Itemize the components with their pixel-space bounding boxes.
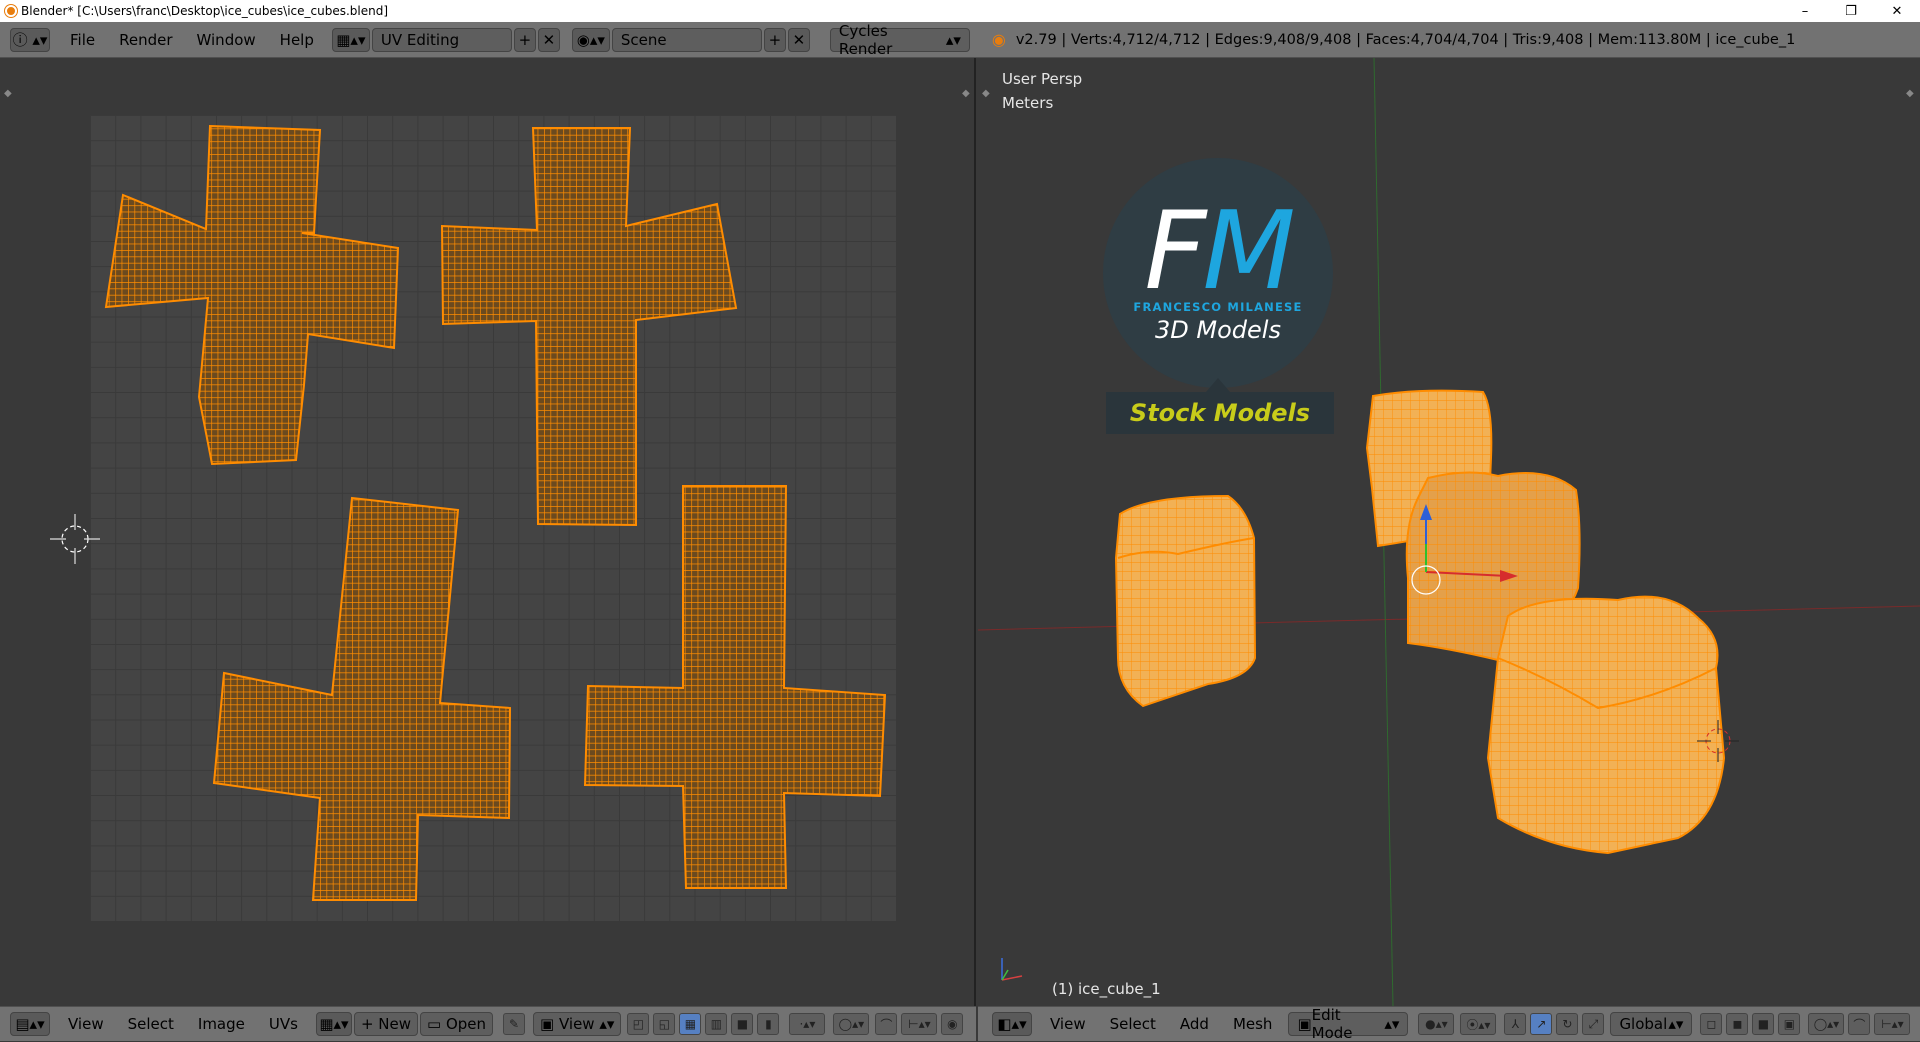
occlude-geometry-icon[interactable]: ▣: [1778, 1013, 1801, 1035]
sticky-selection-icon[interactable]: ◱: [653, 1013, 676, 1035]
info-header: ⓘ ▴▾ File Render Window Help ▦▴▾ UV Edit…: [0, 22, 1920, 58]
proportional-edit-icon[interactable]: ◯▴▾: [833, 1013, 870, 1035]
uv-editor-header: ▤▴▾ View Select Image UVs ▦▴▾ + New ▭ Op…: [0, 1006, 976, 1041]
uv-menu-uvs[interactable]: UVs: [257, 1015, 310, 1033]
logo-banner: Stock Models: [1129, 399, 1311, 427]
view-mode-select[interactable]: ▣ View ▴▾: [533, 1012, 622, 1036]
vp-menu-view[interactable]: View: [1038, 1015, 1098, 1033]
uv-menu-select[interactable]: Select: [116, 1015, 186, 1033]
add-scene-icon[interactable]: +: [763, 27, 786, 52]
window-title: Blender* [C:\Users\franc\Desktop\ice_cub…: [21, 4, 389, 18]
snap-icon[interactable]: ⌒: [875, 1013, 898, 1035]
ice-cube-mesh-1: [1114, 494, 1257, 708]
sync-selection-icon[interactable]: ◰: [627, 1013, 650, 1035]
logo-letter-f: F: [1144, 189, 1206, 314]
pivot-select-icon[interactable]: ⋅▴▾: [789, 1013, 826, 1035]
snap-mode-icon[interactable]: ⊢▴▾: [901, 1013, 938, 1035]
select-edge-icon[interactable]: ▥: [705, 1013, 728, 1035]
uv-menu-image[interactable]: Image: [186, 1015, 257, 1033]
3d-view-header: ◧▴▾ View Select Add Mesh ▣ Edit Mode ▴▾ ●▴…: [978, 1006, 1920, 1042]
logo-subtitle: 3D Models: [1155, 316, 1281, 344]
edge-select-icon[interactable]: ◼: [1726, 1013, 1749, 1035]
pivot-point-icon[interactable]: ⦿▴▾: [1460, 1013, 1497, 1035]
info-icon: ⓘ: [12, 31, 28, 49]
new-label: New: [378, 1015, 411, 1033]
minimize-button[interactable]: –: [1782, 4, 1828, 19]
restore-button[interactable]: ❐: [1828, 4, 1874, 19]
open-image-button[interactable]: ▭ Open: [420, 1012, 494, 1036]
uv-island-1: [104, 124, 400, 466]
select-island-icon[interactable]: ▮: [757, 1013, 780, 1035]
vp-menu-select[interactable]: Select: [1098, 1015, 1168, 1033]
select-face-icon[interactable]: ■: [731, 1013, 754, 1035]
mode-select[interactable]: ▣ Edit Mode ▴▾: [1288, 1006, 1409, 1042]
uv-islands[interactable]: [0, 58, 976, 1006]
screen-layout-field[interactable]: UV Editing: [371, 27, 512, 52]
face-select-icon[interactable]: ■: [1752, 1013, 1775, 1035]
rotate-manipulator-icon[interactable]: ↻: [1556, 1013, 1579, 1035]
orientation-select[interactable]: Global ▴▾: [1610, 1012, 1693, 1036]
delete-scene-icon[interactable]: ✕: [787, 27, 810, 52]
logo-letters: FM: [1108, 198, 1328, 306]
scale-manipulator-icon[interactable]: ⤢: [1582, 1013, 1605, 1035]
new-image-button[interactable]: + New: [353, 1012, 418, 1036]
uv-image-editor[interactable]: ◆ ◆: [0, 58, 976, 1006]
vp-snap-mode-icon[interactable]: ⊢▴▾: [1874, 1013, 1911, 1035]
vp-menu-mesh[interactable]: Mesh: [1221, 1015, 1285, 1033]
uv-island-2: [440, 127, 738, 527]
scene-stats: v2.79 | Verts:4,712/4,712 | Edges:9,408/…: [1015, 31, 1796, 48]
logo-text-block: FM FRANCESCO MILANESE 3D Models: [1108, 198, 1328, 345]
vp-proportional-edit-icon[interactable]: ◯▴▾: [1808, 1013, 1845, 1035]
ice-cube-mesh-4: [1486, 595, 1726, 855]
add-screen-icon[interactable]: +: [513, 27, 536, 52]
pin-icon[interactable]: ✎: [503, 1013, 526, 1035]
menu-file[interactable]: File: [58, 31, 107, 49]
uv-2d-cursor-icon: [50, 514, 100, 564]
render-engine-label: Cycles Render: [838, 21, 893, 58]
blender-logo-icon: [5, 5, 17, 17]
orientation-label: Global: [1619, 1015, 1668, 1033]
3d-viewport[interactable]: ◆ ◆ User Persp Meters (1) ice_cube_1 FM …: [978, 58, 1920, 1006]
viewport-shading-icon[interactable]: ●▴▾: [1418, 1013, 1455, 1035]
mode-label: Edit Mode: [1311, 1006, 1353, 1042]
scene-field[interactable]: Scene: [611, 27, 762, 52]
editor-type-uv-icon[interactable]: ▤▴▾: [10, 1012, 50, 1036]
axis-indicator-icon: [1001, 958, 1023, 981]
menu-window[interactable]: Window: [185, 31, 268, 49]
close-button[interactable]: ✕: [1874, 4, 1920, 19]
delete-screen-icon[interactable]: ✕: [537, 27, 560, 52]
select-vertex-icon[interactable]: ▦: [679, 1013, 702, 1035]
blender-icon: ◉: [991, 30, 1006, 49]
scene-icon[interactable]: ◉▴▾: [571, 27, 610, 52]
image-browse-icon[interactable]: ▦▴▾: [315, 1012, 352, 1036]
vp-snap-icon[interactable]: ⌒: [1848, 1013, 1871, 1035]
manipulator-icon[interactable]: ⅄: [1504, 1013, 1527, 1035]
uv-island-3: [212, 496, 512, 901]
uv-island-4: [583, 485, 887, 889]
editor-type-info-icon[interactable]: ⓘ ▴▾: [10, 27, 50, 52]
menu-render[interactable]: Render: [107, 31, 184, 49]
logo-brand: FRANCESCO MILANESE: [1133, 300, 1303, 314]
window-titlebar: Blender* [C:\Users\franc\Desktop\ice_cub…: [0, 0, 1920, 22]
editor-type-3d-icon[interactable]: ◧▴▾: [992, 1012, 1032, 1036]
render-engine-select[interactable]: Cycles Render ▴▾: [829, 22, 970, 58]
screen-layout-icon[interactable]: ▦▴▾: [331, 27, 370, 52]
logo-letter-m: M: [1202, 189, 1295, 314]
open-label: Open: [445, 1015, 487, 1033]
render-preview-icon[interactable]: ◉: [941, 1013, 964, 1035]
menu-help[interactable]: Help: [268, 31, 326, 49]
uv-menu-view[interactable]: View: [56, 1015, 116, 1033]
vertex-select-icon[interactable]: ◻: [1700, 1013, 1723, 1035]
vp-menu-add[interactable]: Add: [1168, 1015, 1221, 1033]
view-mode-label: View: [558, 1015, 595, 1033]
translate-manipulator-icon[interactable]: ↗: [1530, 1013, 1553, 1035]
